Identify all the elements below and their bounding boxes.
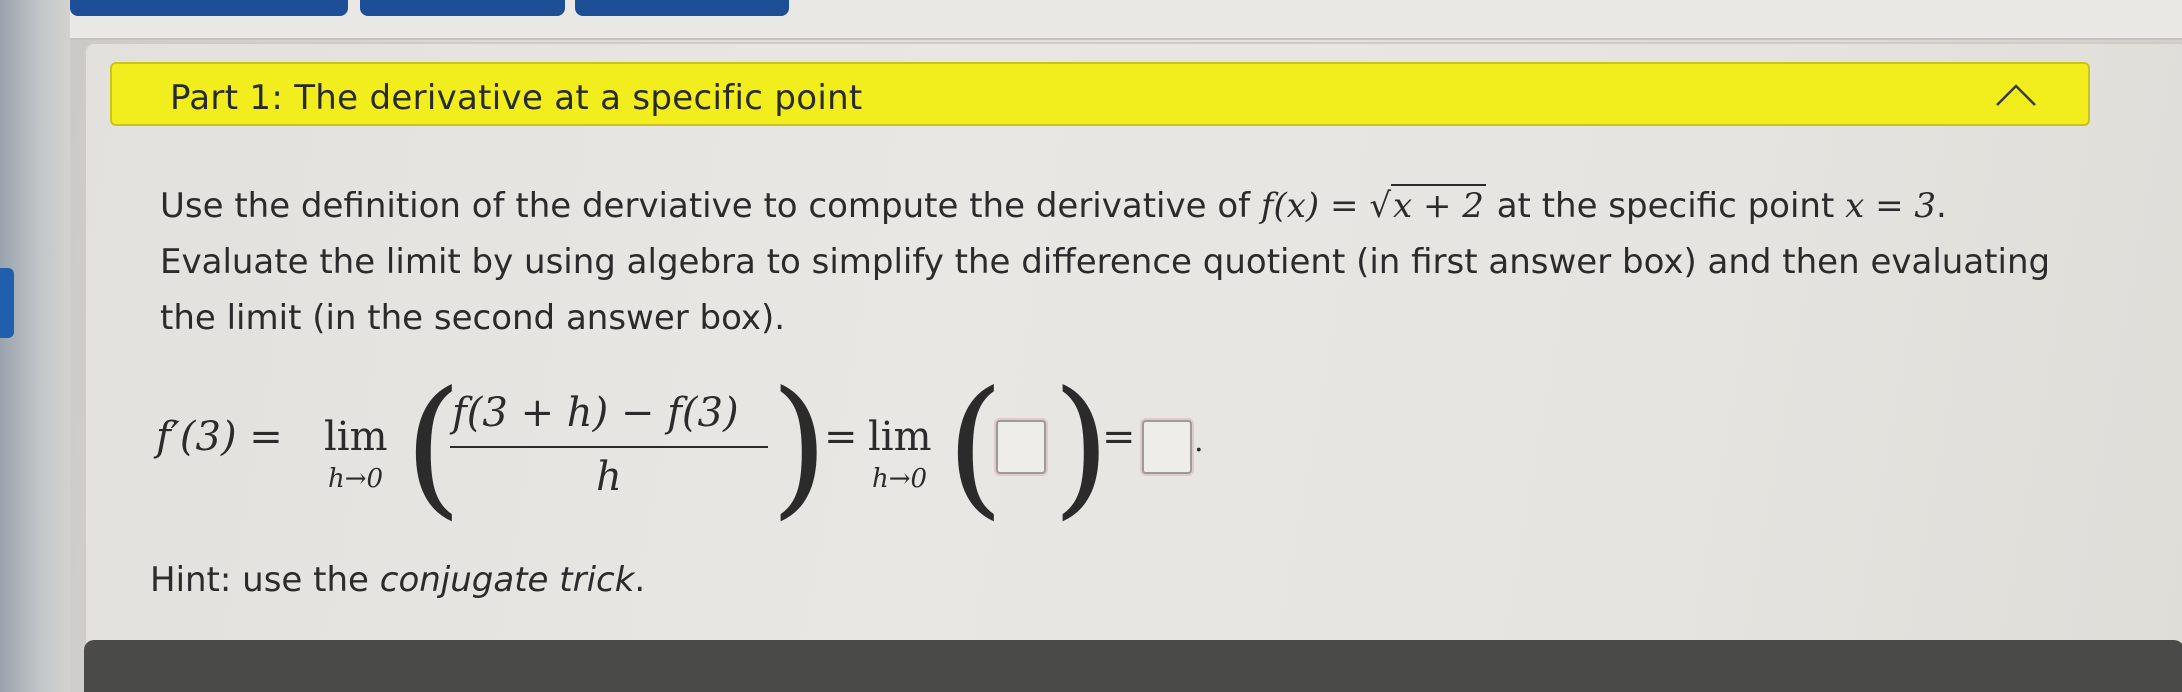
top-nav-strip bbox=[70, 0, 2182, 40]
prompt-period: . bbox=[1936, 186, 1947, 226]
answer-box-2[interactable] bbox=[1142, 420, 1192, 474]
nav-button-3[interactable] bbox=[575, 0, 789, 16]
nav-button-2[interactable] bbox=[360, 0, 565, 16]
prompt-line-3: the limit (in the second answer box). bbox=[160, 298, 786, 338]
difference-denominator: h bbox=[596, 454, 622, 500]
fraction-bar bbox=[450, 446, 768, 448]
hint-text: Hint: use the conjugate trick. bbox=[150, 560, 645, 600]
part-header[interactable]: Part 1: The derivative at a specific poi… bbox=[110, 62, 2090, 126]
right-paren-1: ) bbox=[770, 360, 829, 534]
hint-prefix: Hint: use the bbox=[150, 560, 380, 600]
bottom-bar bbox=[84, 640, 2182, 692]
equals-sign-2: = bbox=[824, 414, 858, 460]
sqrt-radicand: x + 2 bbox=[1390, 184, 1486, 226]
chevron-up-icon[interactable] bbox=[1994, 82, 2038, 108]
side-tab[interactable] bbox=[0, 268, 14, 338]
question-prompt: Use the definition of the derviative to … bbox=[160, 178, 2060, 346]
equation-period: . bbox=[1194, 424, 1204, 459]
equation-lhs: f′(3) = bbox=[156, 414, 283, 460]
lim-subscript-1: h→0 bbox=[328, 464, 384, 494]
nav-button-1[interactable] bbox=[70, 0, 348, 16]
prompt-text-mid: at the specific point bbox=[1485, 186, 1846, 226]
hint-suffix: . bbox=[634, 560, 646, 600]
left-edge bbox=[0, 0, 70, 692]
sqrt-symbol: √ bbox=[1369, 186, 1391, 226]
equals-sign: = bbox=[1319, 186, 1370, 226]
hint-emphasis: conjugate trick bbox=[379, 560, 635, 600]
prompt-line-1: Use the definition of the derviative to … bbox=[160, 178, 2060, 234]
equals-sign-3: = bbox=[1102, 414, 1136, 460]
lim-operator-2: lim bbox=[868, 414, 932, 460]
specific-point: x = 3 bbox=[1845, 186, 1937, 226]
lim-subscript-2: h→0 bbox=[872, 464, 928, 494]
part-title: Part 1: The derivative at a specific poi… bbox=[170, 78, 863, 118]
derivative-equation: f′(3) = lim h→0 ( f(3 + h) − f(3) h ) = … bbox=[156, 372, 1456, 530]
lim-operator-1: lim bbox=[324, 414, 388, 460]
answer-box-1[interactable] bbox=[996, 420, 1046, 474]
screen: Part 1: The derivative at a specific poi… bbox=[0, 0, 2182, 692]
function-name: f(x) bbox=[1260, 186, 1320, 226]
prompt-text: Use the definition of the derviative to … bbox=[160, 186, 1261, 226]
difference-numerator: f(3 + h) − f(3) bbox=[452, 390, 739, 436]
prompt-line-2: Evaluate the limit by using algebra to s… bbox=[160, 242, 2051, 282]
